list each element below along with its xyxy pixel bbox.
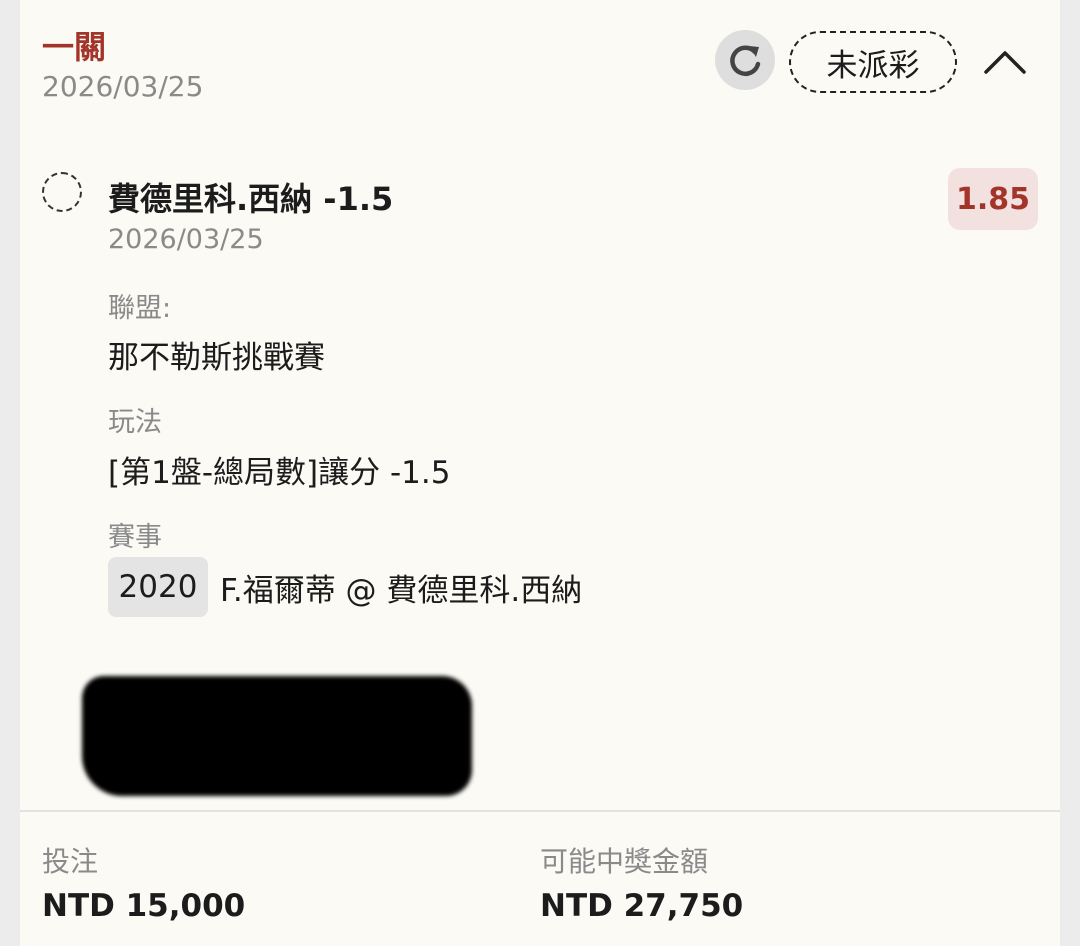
odds-badge: 1.85 <box>948 168 1038 230</box>
status-badge: 未派彩 <box>789 31 957 93</box>
payout-value: NTD 27,750 <box>540 888 744 924</box>
league-label: 聯盟: <box>108 293 172 324</box>
redacted-area <box>82 676 472 796</box>
stake-value: NTD 15,000 <box>42 888 246 924</box>
league-value: 那不勒斯挑戰賽 <box>108 340 325 376</box>
market-value: [第1盤-總局數]讓分 -1.5 <box>108 455 451 491</box>
collapse-button[interactable] <box>980 42 1030 82</box>
bet-date: 2026/03/25 <box>42 70 204 103</box>
payout-label: 可能中獎金額 <box>540 845 709 878</box>
event-number-badge: 2020 <box>108 557 208 617</box>
market-label: 玩法 <box>108 407 162 438</box>
event-name: F.福爾蒂 @ 費德里科.西納 <box>220 573 583 609</box>
bet-card: 一關 2026/03/25 未派彩 費德里科.西納 -1.5 2026/03/2… <box>20 0 1060 946</box>
divider <box>20 810 1060 812</box>
stake-label: 投注 <box>42 845 99 878</box>
bet-type-title: 一關 <box>42 28 107 66</box>
refresh-icon <box>730 45 761 76</box>
refresh-button[interactable] <box>715 30 775 90</box>
chevron-up-icon <box>984 51 1026 74</box>
selection-name: 費德里科.西納 -1.5 <box>108 180 394 218</box>
selection-date: 2026/03/25 <box>108 224 264 255</box>
selection-status-icon <box>42 172 82 212</box>
event-label: 賽事 <box>108 522 162 553</box>
